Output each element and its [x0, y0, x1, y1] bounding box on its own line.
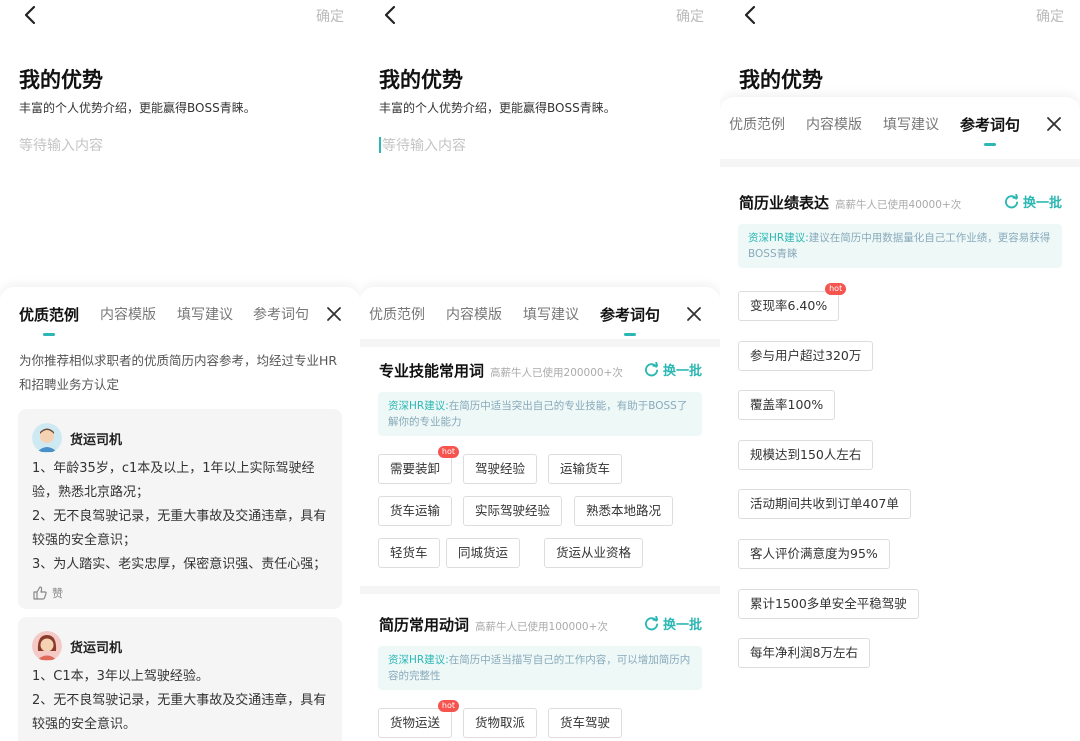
- like-button[interactable]: 赞: [32, 585, 63, 601]
- example-card[interactable]: 货运司机 1、C1本，3年以上驾驶经验。 2、无不良驾驶记录，无重大事故及交通违…: [18, 617, 342, 741]
- confirm-button[interactable]: 确定: [676, 6, 704, 26]
- phrase-chip[interactable]: 熟悉本地路况: [574, 496, 674, 526]
- tab-phrases[interactable]: 参考词句: [253, 304, 309, 324]
- refresh-button[interactable]: 换一批: [644, 614, 702, 633]
- hr-tip: 资深HR建议:在简历中适当描写自己的工作内容，可以增加简历内容的完整性: [378, 646, 702, 690]
- card-job-title: 货运司机: [70, 433, 123, 448]
- close-icon[interactable]: [686, 306, 702, 322]
- tab-templates[interactable]: 内容模版: [100, 304, 156, 324]
- divider: [360, 586, 720, 594]
- tab-phrases[interactable]: 参考词句: [960, 114, 1020, 146]
- tab-examples[interactable]: 优质范例: [19, 304, 79, 336]
- screen-examples: 确定 我的优势 丰富的个人优势介绍，更能赢得BOSS青睐。 等待输入内容 优质范…: [0, 0, 360, 741]
- avatar-male-icon: [32, 423, 62, 453]
- phrase-chip[interactable]: 实际驾驶经验: [463, 496, 563, 526]
- phrase-chip[interactable]: 活动期间共收到订单407单: [738, 489, 911, 519]
- like-label: 赞: [52, 587, 63, 600]
- card-job-title: 货运司机: [70, 641, 123, 656]
- hr-tip: 资深HR建议:建议在简历中用数据量化自己工作业绩，更容易获得BOSS青睐: [738, 224, 1062, 268]
- confirm-button[interactable]: 确定: [1036, 6, 1064, 26]
- card-line: 3、为人踏实、老实忠厚，保密意识强、责任心强；: [32, 557, 327, 572]
- phrase-chip[interactable]: 参与用户超过320万: [738, 341, 874, 371]
- screen-phrases: 确定 我的优势 丰富的个人优势介绍，更能赢得BOSS青睐。 等待输入内容 优质范…: [360, 0, 720, 741]
- close-icon[interactable]: [1046, 116, 1062, 132]
- refresh-button[interactable]: 换一批: [644, 360, 702, 379]
- bottom-sheet: 优质范例 内容模版 填写建议 参考词句 为你推荐相似求职者的优质简历内容参考，均…: [0, 287, 360, 741]
- close-icon[interactable]: [326, 306, 342, 322]
- back-arrow-icon[interactable]: [740, 4, 762, 26]
- tab-bar: 优质范例 内容模版 填写建议 参考词句: [360, 287, 720, 336]
- phrase-chip[interactable]: 货物取派: [463, 708, 538, 738]
- top-bar: 确定: [0, 0, 360, 34]
- phrase-chip[interactable]: 驾驶经验: [463, 454, 538, 484]
- phrase-chip[interactable]: 客人评价满意度为95%: [738, 539, 890, 569]
- input-placeholder: 等待输入内容: [382, 138, 466, 154]
- phrase-chip[interactable]: 运输货车: [548, 454, 623, 484]
- phrase-chip[interactable]: 累计1500多单安全平稳驾驶: [738, 589, 919, 619]
- phrase-chip[interactable]: 每年净利润8万左右: [738, 638, 870, 668]
- section-title: 简历常用动词 高薪牛人已使用100000+次: [379, 616, 608, 634]
- page-title: 我的优势: [739, 68, 823, 92]
- thumbs-up-icon: [33, 586, 47, 600]
- tab-templates[interactable]: 内容模版: [806, 114, 862, 134]
- hot-badge: hot: [437, 446, 460, 458]
- tab-examples[interactable]: 优质范例: [369, 304, 425, 324]
- page-subtitle: 丰富的个人优势介绍，更能赢得BOSS青睐。: [379, 101, 616, 115]
- card-line: 1、C1本，3年以上驾驶经验。: [32, 669, 209, 684]
- hot-badge: hot: [825, 283, 847, 295]
- text-cursor: [379, 137, 381, 153]
- tab-suggestions[interactable]: 填写建议: [523, 304, 579, 324]
- bottom-sheet: 优质范例 内容模版 填写建议 参考词句 简历业绩表达 高薪牛人已使用40000+次…: [720, 97, 1080, 741]
- usage-count: 高薪牛人已使用100000+次: [475, 621, 608, 633]
- page-title: 我的优势: [379, 68, 463, 92]
- tab-examples[interactable]: 优质范例: [729, 114, 785, 134]
- tab-phrases[interactable]: 参考词句: [600, 304, 660, 336]
- bottom-sheet: 优质范例 内容模版 填写建议 参考词句 专业技能常用词 高薪牛人已使用200000…: [360, 287, 720, 741]
- top-bar: 确定: [720, 0, 1080, 34]
- divider: [360, 339, 720, 347]
- phrase-chip[interactable]: 变现率6.40% hot: [738, 283, 847, 321]
- tab-templates[interactable]: 内容模版: [446, 304, 502, 324]
- phrase-chip[interactable]: 货物运送 hot: [378, 700, 460, 738]
- card-line: 1、年龄35岁，c1本及以上，1年以上实际驾驶经验，熟悉北京路况；: [32, 461, 315, 500]
- phrase-chip[interactable]: 轻货车: [378, 538, 440, 568]
- phrase-chip[interactable]: 货运从业资格: [544, 538, 644, 568]
- tab-bar: 优质范例 内容模版 填写建议 参考词句: [0, 287, 360, 336]
- refresh-icon: [644, 616, 659, 631]
- card-line: 2、无不良驾驶记录，无重大事故及交通违章，具有较强的安全意识；: [32, 509, 327, 548]
- confirm-button[interactable]: 确定: [316, 6, 344, 26]
- phrase-chip[interactable]: 货车驾驶: [548, 708, 623, 738]
- section-title: 专业技能常用词 高薪牛人已使用200000+次: [379, 362, 623, 380]
- phrase-chip[interactable]: 规模达到150人左右: [738, 440, 874, 470]
- page-title: 我的优势: [19, 68, 103, 92]
- advantage-input[interactable]: 等待输入内容: [379, 135, 466, 155]
- card-line: 2、无不良驾驶记录，无重大事故及交通违章，具有较强的安全意识。: [32, 693, 327, 732]
- hot-badge: hot: [437, 700, 460, 712]
- intro-text: 为你推荐相似求职者的优质简历内容参考，均经过专业HR和招聘业务方认定: [19, 353, 338, 392]
- refresh-button[interactable]: 换一批: [1004, 192, 1062, 211]
- top-bar: 确定: [360, 0, 720, 34]
- refresh-icon: [1004, 194, 1019, 209]
- page-subtitle: 丰富的个人优势介绍，更能赢得BOSS青睐。: [19, 101, 256, 115]
- tab-suggestions[interactable]: 填写建议: [177, 304, 233, 324]
- advantage-input[interactable]: 等待输入内容: [19, 135, 103, 155]
- usage-count: 高薪牛人已使用200000+次: [490, 367, 623, 379]
- usage-count: 高薪牛人已使用40000+次: [835, 199, 962, 211]
- avatar-female-icon: [32, 631, 62, 661]
- phrase-chip[interactable]: 货车运输: [378, 496, 453, 526]
- back-arrow-icon[interactable]: [380, 4, 402, 26]
- section-title: 简历业绩表达 高薪牛人已使用40000+次: [739, 194, 962, 212]
- back-arrow-icon[interactable]: [20, 4, 42, 26]
- tab-bar: 优质范例 内容模版 填写建议 参考词句: [720, 97, 1080, 146]
- refresh-icon: [644, 362, 659, 377]
- phrase-chip[interactable]: 需要装卸 hot: [378, 446, 460, 484]
- example-card[interactable]: 货运司机 1、年龄35岁，c1本及以上，1年以上实际驾驶经验，熟悉北京路况； 2…: [18, 409, 342, 609]
- phrase-chip[interactable]: 覆盖率100%: [738, 390, 836, 420]
- hr-tip: 资深HR建议:在简历中适当突出自己的专业技能，有助于BOSS了解你的专业能力: [378, 392, 702, 436]
- tab-suggestions[interactable]: 填写建议: [883, 114, 939, 134]
- divider: [720, 159, 1080, 167]
- screen-achievement-phrases: 确定 我的优势 优质范例 内容模版 填写建议 参考词句 简历业绩表达 高薪牛人已使…: [720, 0, 1080, 741]
- phrase-chip[interactable]: 同城货运: [446, 538, 521, 568]
